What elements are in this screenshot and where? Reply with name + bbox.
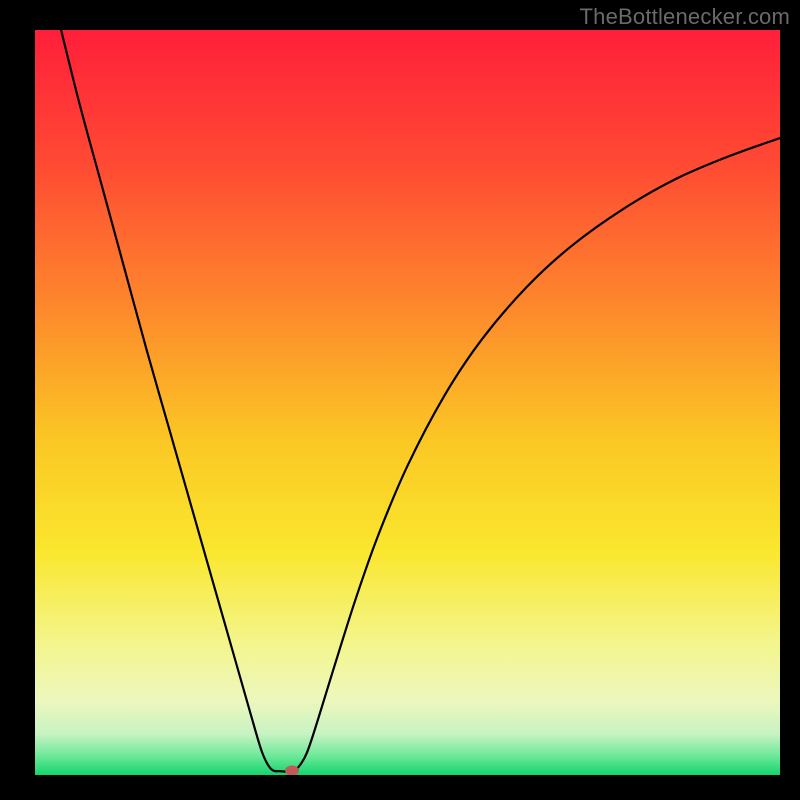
bottleneck-chart — [0, 0, 800, 800]
plot-background — [35, 30, 780, 775]
chart-frame: TheBottlenecker.com — [0, 0, 800, 800]
watermark-text: TheBottlenecker.com — [580, 4, 790, 30]
optimal-point-marker — [285, 766, 299, 776]
